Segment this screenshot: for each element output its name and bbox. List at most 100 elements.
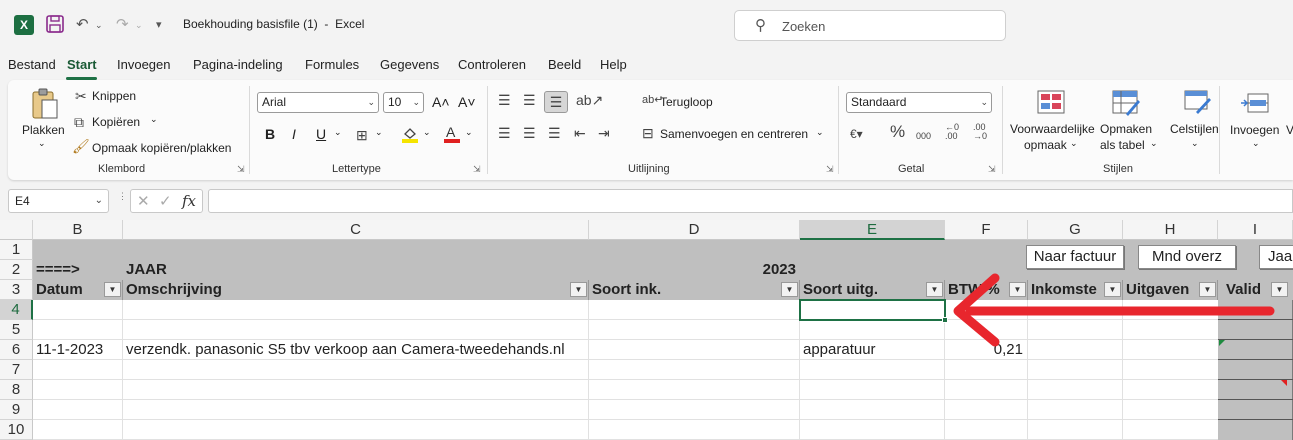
lettertype-launcher-icon[interactable]: ⇲ <box>473 164 481 175</box>
cell-styles-icon[interactable] <box>1184 90 1212 119</box>
naar-factuur-button[interactable]: Naar factuur <box>1026 245 1124 269</box>
save-icon[interactable] <box>46 15 64 39</box>
align-left-icon[interactable]: ☰ <box>498 125 511 141</box>
cell-b2[interactable]: ====> <box>33 260 123 280</box>
selected-cell-e4[interactable] <box>799 299 946 321</box>
align-middle-icon[interactable]: ☰ <box>523 92 536 108</box>
fill-color-icon[interactable] <box>401 125 419 146</box>
tab-gegevens[interactable]: Gegevens <box>380 57 439 72</box>
borders-dropdown-icon[interactable]: ⌄ <box>375 127 383 138</box>
search-input[interactable]: ⚲ Zoeken <box>734 10 1006 41</box>
column-header-i[interactable]: I <box>1218 220 1293 240</box>
header-omschrijving[interactable]: Omschrijving <box>123 280 589 300</box>
format-as-table-label-2[interactable]: als tabel <box>1100 138 1145 152</box>
merge-center-button[interactable]: Samenvoegen en centreren <box>660 127 808 141</box>
cell-c2[interactable]: JAAR <box>123 260 423 280</box>
header-soort-uitg[interactable]: Soort uitg. <box>800 280 945 300</box>
paste-dropdown-icon[interactable]: ⌄ <box>38 138 46 149</box>
tab-controleren[interactable]: Controleren <box>458 57 526 72</box>
format-as-table-icon[interactable] <box>1112 90 1140 119</box>
shrink-font-icon[interactable]: A˅ <box>458 94 476 110</box>
number-format-select[interactable]: Standaard ⌄ <box>846 92 992 113</box>
currency-icon[interactable]: €▾ <box>850 126 863 142</box>
delete-cells-button-partial[interactable]: V <box>1286 123 1293 137</box>
row-header-7[interactable]: 7 <box>0 360 33 380</box>
row-header-10[interactable]: 10 <box>0 420 33 440</box>
wrap-text-button[interactable]: Terugloop <box>660 95 713 109</box>
fill-color-dropdown-icon[interactable]: ⌄ <box>423 127 431 138</box>
bold-button[interactable]: B <box>265 126 275 142</box>
column-header-f[interactable]: F <box>945 220 1028 240</box>
tab-bestand[interactable]: Bestand <box>8 57 56 72</box>
decrease-indent-icon[interactable]: ⇤ <box>574 125 586 141</box>
column-header-h[interactable]: H <box>1123 220 1218 240</box>
increase-indent-icon[interactable]: ⇥ <box>598 125 610 141</box>
format-table-dropdown-icon[interactable]: ⌄ <box>1150 138 1158 149</box>
conditional-formatting-button[interactable]: Voorwaardelijke <box>1010 122 1095 136</box>
copy-dropdown-icon[interactable]: ⌄ <box>150 114 158 125</box>
conditional-dropdown-icon[interactable]: ⌄ <box>1070 138 1078 149</box>
uitlijning-launcher-icon[interactable]: ⇲ <box>826 164 834 175</box>
column-header-e[interactable]: E <box>800 220 945 240</box>
percent-icon[interactable]: % <box>890 123 905 140</box>
name-box[interactable]: E4 ⌄ <box>8 189 109 213</box>
merge-dropdown-icon[interactable]: ⌄ <box>816 127 824 138</box>
header-soort-ink[interactable]: Soort ink. <box>589 280 800 300</box>
column-header-b[interactable]: B <box>33 220 123 240</box>
enter-icon[interactable]: ✓ <box>159 192 172 210</box>
decrease-decimal-icon[interactable]: .00 →0 <box>973 123 987 141</box>
cut-icon[interactable]: ✂ <box>75 88 87 104</box>
tab-beeld[interactable]: Beeld <box>548 57 581 72</box>
font-color-dropdown-icon[interactable]: ⌄ <box>465 127 473 138</box>
filter-omschrijving-icon[interactable]: ▼ <box>570 282 587 297</box>
select-all-corner[interactable] <box>0 220 33 240</box>
jaar-button[interactable]: Jaar <box>1259 245 1293 269</box>
conditional-formatting-label-2[interactable]: opmaak <box>1024 138 1067 152</box>
merge-center-icon[interactable]: ⊟ <box>642 125 654 141</box>
formula-bar-grip-icon[interactable]: ⋮ <box>118 192 127 201</box>
paste-icon[interactable] <box>30 86 60 123</box>
undo-icon[interactable]: ↶ <box>76 15 89 35</box>
klembord-launcher-icon[interactable]: ⇲ <box>237 164 245 175</box>
filter-datum-icon[interactable]: ▼ <box>104 282 121 297</box>
align-right-icon[interactable]: ☰ <box>548 125 561 141</box>
orientation-icon[interactable]: ab↗ <box>576 92 603 108</box>
format-as-table-button[interactable]: Opmaken <box>1100 122 1152 136</box>
tab-formules[interactable]: Formules <box>305 57 359 72</box>
paste-button[interactable]: Plakken <box>22 123 65 137</box>
tab-start[interactable]: Start <box>67 57 97 72</box>
italic-button[interactable]: I <box>292 126 296 142</box>
undo-dropdown-icon[interactable]: ⌄ <box>95 15 103 35</box>
column-header-g[interactable]: G <box>1028 220 1123 240</box>
filter-soort-ink-icon[interactable]: ▼ <box>781 282 798 297</box>
grow-font-icon[interactable]: A˄ <box>432 94 450 110</box>
getal-launcher-icon[interactable]: ⇲ <box>988 164 996 175</box>
tab-invoegen[interactable]: Invoegen <box>117 57 171 72</box>
cell-styles-dropdown-icon[interactable]: ⌄ <box>1191 138 1199 149</box>
cell-styles-button[interactable]: Celstijlen <box>1170 122 1219 136</box>
borders-icon[interactable]: ⊞ <box>356 127 368 143</box>
underline-dropdown-icon[interactable]: ⌄ <box>334 127 342 138</box>
row-header-9[interactable]: 9 <box>0 400 33 420</box>
cancel-icon[interactable]: ✕ <box>137 192 150 210</box>
font-color-icon[interactable]: A <box>443 124 461 146</box>
thousands-separator-icon[interactable]: 000 <box>916 128 931 144</box>
redo-icon[interactable]: ↷ <box>116 15 129 35</box>
row-header-1[interactable]: 1 <box>0 240 33 260</box>
customize-icon[interactable]: ▾ <box>156 15 162 35</box>
font-size-select[interactable]: 10 ⌄ <box>383 92 424 113</box>
increase-decimal-icon[interactable]: ←0.00 <box>945 123 959 141</box>
conditional-formatting-icon[interactable] <box>1037 90 1065 117</box>
insert-dropdown-icon[interactable]: ⌄ <box>1252 138 1260 149</box>
cell-d2[interactable]: 2023 <box>589 260 800 280</box>
align-center-icon[interactable]: ☰ <box>523 125 536 141</box>
cell-c6[interactable]: verzendk. panasonic S5 tbv verkoop aan C… <box>123 340 589 360</box>
row-header-8[interactable]: 8 <box>0 380 33 400</box>
row-header-3[interactable]: 3 <box>0 280 33 300</box>
cell-e6[interactable]: apparatuur <box>800 340 945 360</box>
insert-function-icon[interactable]: fx <box>182 192 196 210</box>
insert-cells-button[interactable]: Invoegen <box>1230 123 1279 137</box>
format-painter-button[interactable]: Opmaak kopiëren/plakken <box>92 141 231 155</box>
row-header-5[interactable]: 5 <box>0 320 33 340</box>
redo-dropdown-icon[interactable]: ⌄ <box>135 15 143 35</box>
